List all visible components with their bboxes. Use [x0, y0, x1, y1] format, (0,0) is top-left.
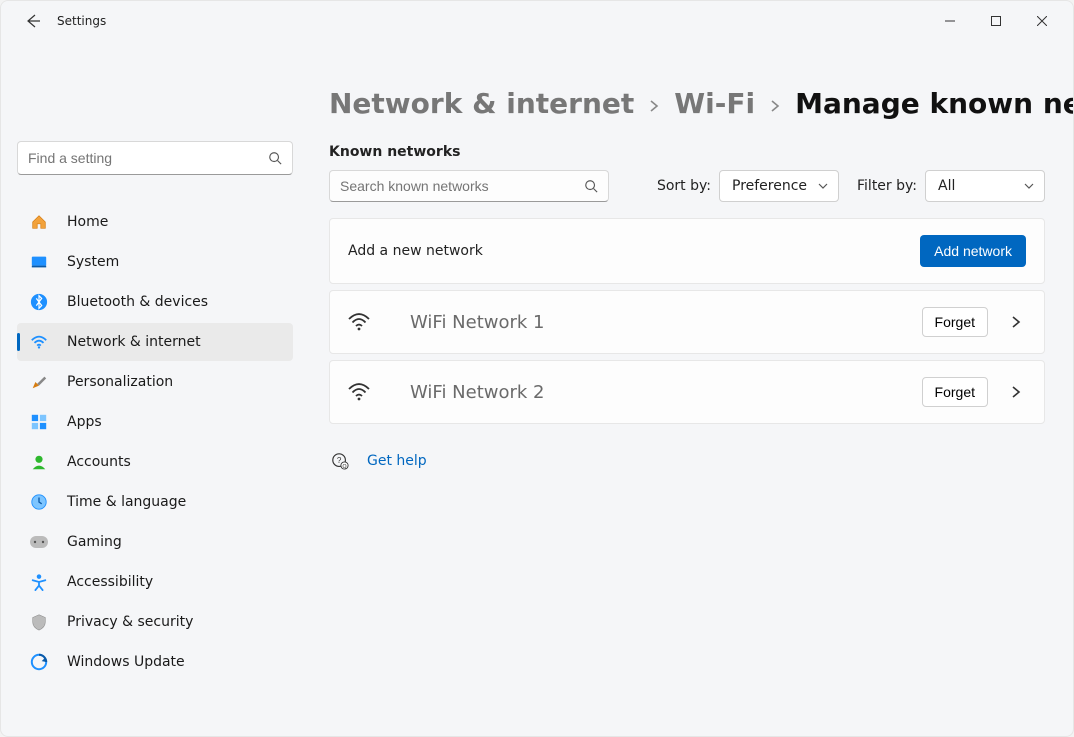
chevron-right-icon: [1010, 316, 1022, 328]
known-networks-search[interactable]: [329, 170, 609, 202]
chevron-down-icon: [818, 181, 828, 191]
sidebar-item-privacy[interactable]: Privacy & security: [17, 603, 293, 641]
maximize-button[interactable]: [973, 5, 1019, 37]
sort-by-group: Sort by: Preference: [657, 170, 839, 202]
sidebar-item-gaming[interactable]: Gaming: [17, 523, 293, 561]
maximize-icon: [991, 16, 1001, 26]
settings-search-input[interactable]: [28, 150, 268, 166]
wifi-icon: [348, 313, 370, 331]
network-details-button[interactable]: [1006, 382, 1026, 402]
breadcrumb-level1[interactable]: Network & internet: [329, 87, 634, 120]
sidebar-item-label: Gaming: [67, 534, 122, 550]
breadcrumb-current: Manage known networks: [795, 87, 1073, 120]
sidebar-item-time-language[interactable]: Time & language: [17, 483, 293, 521]
sidebar-item-network[interactable]: Network & internet: [17, 323, 293, 361]
network-row[interactable]: WiFi Network 1 Forget: [329, 290, 1045, 354]
breadcrumb: Network & internet Wi-Fi Manage known ne…: [329, 87, 1045, 120]
sidebar-item-label: Personalization: [67, 374, 173, 390]
forget-button[interactable]: Forget: [922, 377, 988, 407]
sidebar-item-label: System: [67, 254, 119, 270]
sort-by-select[interactable]: Preference: [719, 170, 839, 202]
accounts-icon: [29, 452, 49, 472]
sidebar-item-label: Accessibility: [67, 574, 153, 590]
settings-search[interactable]: [17, 141, 293, 175]
sidebar-item-label: Windows Update: [67, 654, 185, 670]
search-icon: [584, 179, 598, 193]
sort-by-value: Preference: [732, 178, 807, 194]
main-content: Network & internet Wi-Fi Manage known ne…: [301, 41, 1073, 736]
breadcrumb-level2[interactable]: Wi-Fi: [674, 87, 755, 120]
gaming-icon: [29, 532, 49, 552]
network-icon: [29, 332, 49, 352]
sidebar-item-accessibility[interactable]: Accessibility: [17, 563, 293, 601]
accessibility-icon: [29, 572, 49, 592]
add-network-card: Add a new network Add network: [329, 218, 1045, 284]
filter-by-label: Filter by:: [857, 178, 917, 194]
sidebar-item-label: Bluetooth & devices: [67, 294, 208, 310]
back-button[interactable]: [23, 11, 43, 31]
close-icon: [1037, 16, 1047, 26]
forget-button[interactable]: Forget: [922, 307, 988, 337]
known-networks-search-input[interactable]: [340, 178, 584, 194]
sidebar-item-windows-update[interactable]: Windows Update: [17, 643, 293, 681]
sidebar-item-label: Accounts: [67, 454, 131, 470]
get-help-row: ?Q Get help: [331, 452, 1045, 470]
home-icon: [29, 212, 49, 232]
arrow-left-icon: [25, 13, 41, 29]
network-name: WiFi Network 1: [410, 312, 545, 333]
sidebar-nav: Home System Bluetooth & devices: [17, 203, 293, 681]
controls-row: Sort by: Preference Filter by: All: [329, 170, 1045, 202]
sidebar-item-label: Time & language: [67, 494, 186, 510]
minimize-button[interactable]: [927, 5, 973, 37]
search-icon: [268, 151, 282, 165]
settings-window: Settings: [0, 0, 1074, 737]
minimize-icon: [945, 16, 955, 26]
get-help-link[interactable]: Get help: [367, 453, 427, 469]
network-row[interactable]: WiFi Network 2 Forget: [329, 360, 1045, 424]
chevron-right-icon: [769, 100, 781, 112]
chevron-right-icon: [648, 100, 660, 112]
help-icon: ?Q: [331, 452, 349, 470]
sort-by-label: Sort by:: [657, 178, 711, 194]
filter-by-group: Filter by: All: [857, 170, 1045, 202]
wifi-icon: [348, 383, 370, 401]
sidebar-item-system[interactable]: System: [17, 243, 293, 281]
sidebar: Home System Bluetooth & devices: [1, 41, 301, 736]
titlebar: Settings: [1, 1, 1073, 41]
sidebar-item-personalization[interactable]: Personalization: [17, 363, 293, 401]
sidebar-item-label: Network & internet: [67, 334, 201, 350]
sidebar-item-home[interactable]: Home: [17, 203, 293, 241]
chevron-right-icon: [1010, 386, 1022, 398]
sidebar-item-label: Apps: [67, 414, 102, 430]
app-title: Settings: [57, 14, 106, 28]
update-icon: [29, 652, 49, 672]
known-networks-title: Known networks: [329, 144, 1045, 160]
sidebar-item-label: Privacy & security: [67, 614, 193, 630]
svg-text:Q: Q: [342, 464, 346, 470]
chevron-down-icon: [1024, 181, 1034, 191]
network-details-button[interactable]: [1006, 312, 1026, 332]
apps-icon: [29, 412, 49, 432]
filter-by-value: All: [938, 178, 955, 194]
sidebar-item-apps[interactable]: Apps: [17, 403, 293, 441]
sidebar-item-label: Home: [67, 214, 108, 230]
network-name: WiFi Network 2: [410, 382, 545, 403]
system-icon: [29, 252, 49, 272]
shield-icon: [29, 612, 49, 632]
add-network-button[interactable]: Add network: [920, 235, 1026, 267]
sidebar-item-bluetooth[interactable]: Bluetooth & devices: [17, 283, 293, 321]
clock-icon: [29, 492, 49, 512]
filter-by-select[interactable]: All: [925, 170, 1045, 202]
paintbrush-icon: [29, 372, 49, 392]
add-network-title: Add a new network: [348, 243, 483, 259]
close-button[interactable]: [1019, 5, 1065, 37]
bluetooth-icon: [29, 292, 49, 312]
sidebar-item-accounts[interactable]: Accounts: [17, 443, 293, 481]
